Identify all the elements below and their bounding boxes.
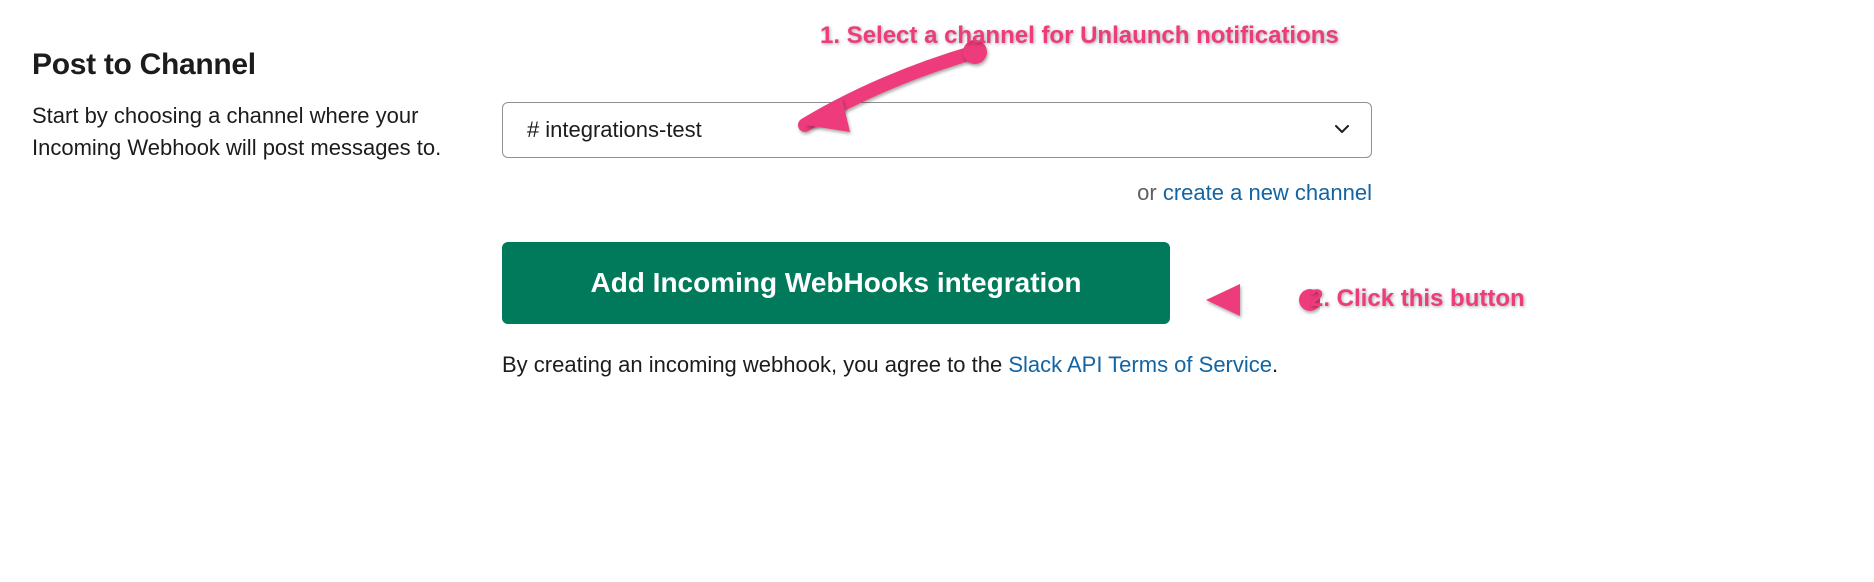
create-channel-link[interactable]: create a new channel (1163, 180, 1372, 205)
add-integration-button[interactable]: Add Incoming WebHooks integration (502, 242, 1170, 324)
selected-channel-name: integrations-test (545, 117, 702, 143)
section-description: Start by choosing a channel where your I… (32, 100, 442, 164)
right-column: # integrations-test or create a new chan… (502, 48, 1372, 378)
channel-select[interactable]: # integrations-test (502, 102, 1372, 158)
terms-suffix: . (1272, 352, 1278, 377)
form-container: Post to Channel Start by choosing a chan… (0, 0, 1874, 410)
hash-icon: # (527, 117, 539, 143)
terms-link[interactable]: Slack API Terms of Service (1008, 352, 1272, 377)
alternative-row: or create a new channel (502, 180, 1372, 206)
terms-prefix: By creating an incoming webhook, you agr… (502, 352, 1008, 377)
section-heading: Post to Channel (32, 48, 442, 82)
or-text: or (1137, 180, 1163, 205)
chevron-down-icon (1335, 121, 1349, 139)
left-column: Post to Channel Start by choosing a chan… (32, 48, 442, 378)
terms-text: By creating an incoming webhook, you agr… (502, 352, 1372, 378)
